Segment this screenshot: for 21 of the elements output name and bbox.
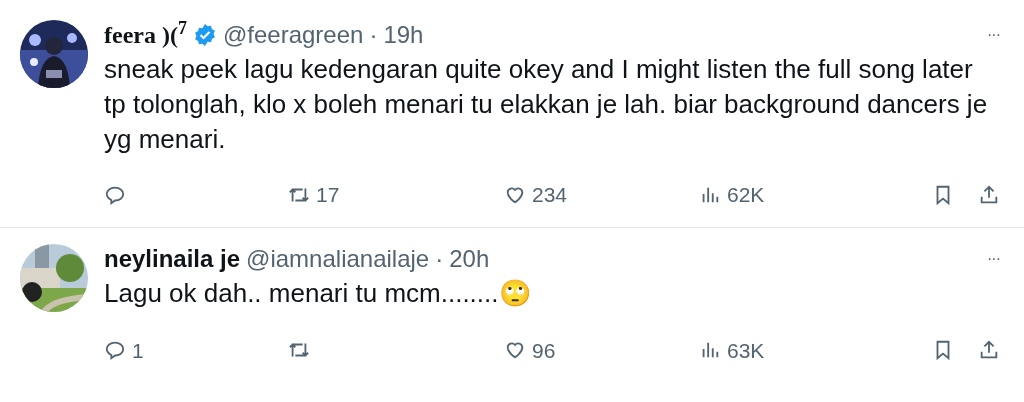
repost-button[interactable]: 17	[288, 179, 504, 211]
separator: ·	[435, 243, 444, 274]
more-options[interactable]: ···	[987, 243, 1000, 274]
like-button[interactable]: 234	[504, 179, 699, 211]
views-button[interactable]: 62K	[699, 179, 879, 211]
share-button[interactable]	[978, 183, 1000, 206]
views-button[interactable]: 63K	[699, 334, 879, 366]
user-name[interactable]: neylinaila je	[104, 243, 241, 274]
user-name[interactable]: feera )($^{7}$	[104, 20, 187, 50]
post-text: sneak peek lagu kedengaran quite okey and I might listen the full song later tp tolonglah, klo x boleh menari tu elakkan je lah. biar background dancers je yg menari.	[104, 53, 989, 156]
share-icon	[978, 183, 1000, 206]
speech-bubble-icon	[104, 339, 126, 362]
reply-button[interactable]: 1	[104, 334, 288, 366]
more-options[interactable]: ···	[987, 20, 1000, 50]
post-text: Lagu ok dah.. menari tu mcm........🙄	[104, 276, 532, 310]
user-handle[interactable]: @iamnalianailaje	[246, 243, 430, 274]
like-button[interactable]: 96	[504, 334, 699, 366]
separator: ·	[369, 20, 378, 50]
post-time[interactable]: 20h	[449, 243, 490, 274]
user-handle[interactable]: @feeragreen	[222, 20, 364, 50]
post-time[interactable]: 19h	[383, 20, 424, 50]
